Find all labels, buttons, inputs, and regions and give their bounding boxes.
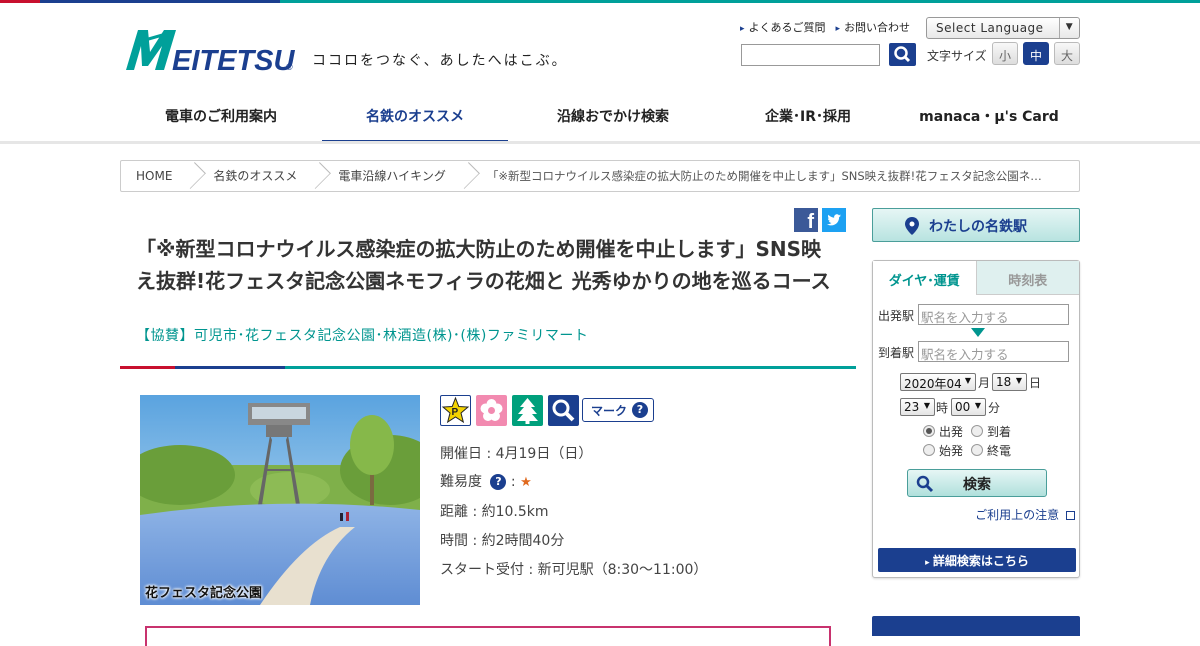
nav-recommend[interactable]: 名鉄のオススメ — [322, 92, 508, 144]
chevron-down-icon: ▼ — [1015, 376, 1022, 385]
tree-icon — [512, 395, 543, 426]
external-window-icon — [1066, 511, 1075, 520]
day-unit: 日 — [1029, 376, 1042, 390]
flower-icon — [476, 395, 507, 426]
search-icon — [894, 46, 911, 63]
month-unit: 月 — [978, 376, 991, 390]
language-select[interactable]: Select Language ▼ — [926, 17, 1080, 39]
meitetsu-logo[interactable]: EITETSU ® — [124, 24, 298, 74]
distance: 距離 : 約10.5km — [440, 504, 549, 520]
minute-unit: 分 — [988, 401, 1001, 415]
chevron-down-icon: ▼ — [964, 376, 971, 385]
twitter-share-icon[interactable] — [822, 208, 846, 232]
faq-link[interactable]: よくあるご質問 — [740, 19, 826, 35]
parking-star-icon: P — [440, 395, 471, 426]
start-reception: スタート受付 : 新可児駅（8:30～11:00） — [440, 562, 708, 578]
global-nav: 電車のご利用案内 名鉄のオススメ 沿線おでかけ検索 企業･IR･採用 manac… — [120, 92, 1080, 144]
usage-notice-link[interactable]: ご利用上の注意 — [975, 506, 1075, 523]
mark-help-button[interactable]: マーク ? — [582, 398, 654, 422]
difficulty-help-icon[interactable]: ? — [490, 474, 507, 490]
top-accent-bar — [0, 0, 1200, 3]
svg-text:®: ® — [286, 62, 293, 72]
sponsor-text: 【協賛】可児市･花フェスタ記念公園･林酒造(株)･(株)ファミリマート — [136, 328, 589, 344]
arrival-station-input[interactable]: 駅名を入力する — [918, 341, 1069, 362]
nav-corporate[interactable]: 企業･IR･採用 — [718, 92, 898, 144]
route-search-button[interactable]: 検索 — [907, 469, 1047, 497]
minute-select[interactable]: 00 ▼ — [951, 398, 986, 416]
title-rule — [120, 366, 856, 369]
mark-help-label: マーク — [591, 404, 628, 418]
facebook-share-icon[interactable]: f — [794, 208, 818, 233]
departure-label: 出発駅 — [878, 309, 915, 323]
nav-divider — [0, 141, 1200, 144]
photo-caption: 花フェスタ記念公園 — [145, 586, 263, 601]
duration: 時間 : 約2時間40分 — [440, 533, 565, 549]
route-search-label: 検索 — [963, 477, 991, 493]
font-size-large-button[interactable]: 大 — [1054, 42, 1080, 65]
my-station-label: わたしの名鉄駅 — [929, 219, 1027, 235]
breadcrumb-hiking[interactable]: 電車沿線ハイキング — [323, 161, 461, 191]
radio-first-train[interactable]: 始発 — [923, 442, 963, 459]
font-size-label: 文字サイズ — [927, 49, 987, 63]
font-size-small-button[interactable]: 小 — [992, 42, 1018, 65]
question-icon: ? — [632, 402, 648, 418]
chevron-down-icon: ▼ — [1059, 18, 1079, 38]
arrival-label: 到着駅 — [878, 346, 915, 360]
nav-manaca[interactable]: manaca・μ's Card — [898, 92, 1080, 144]
park-photo-illustration — [140, 395, 420, 605]
day-select[interactable]: 18 ▼ — [992, 373, 1027, 391]
utility-links: よくあるご質問 お問い合わせ — [740, 19, 911, 35]
language-select-label: Select Language — [936, 21, 1044, 35]
magnifier-icon — [548, 395, 579, 426]
breadcrumb-recommend[interactable]: 名鉄のオススメ — [198, 161, 313, 191]
site-search-input[interactable] — [741, 44, 880, 66]
page-title: 「※新型コロナウイルス感染症の拡大防止のため開催を中止します」SNS映え抜群!花… — [136, 237, 831, 293]
chevron-down-icon: ▼ — [974, 401, 981, 410]
arrow-down-icon — [971, 328, 985, 337]
nav-train-guide[interactable]: 電車のご利用案内 — [120, 92, 322, 144]
difficulty: 難易度 ? : ★ — [440, 474, 532, 490]
nav-outing-search[interactable]: 沿線おでかけ検索 — [508, 92, 718, 144]
breadcrumb-current: 「※新型コロナウイルス感染症の拡大防止のため開催を中止します」SNS映え抜群!花… — [486, 169, 1042, 183]
hour-select[interactable]: 23 ▼ — [900, 398, 935, 416]
svg-text:P: P — [452, 407, 459, 418]
radio-last-train[interactable]: 終電 — [971, 442, 1011, 459]
hour-unit: 時 — [936, 401, 949, 415]
sidebar-banner[interactable] — [872, 616, 1080, 636]
difficulty-label: 難易度 — [440, 474, 482, 490]
notice-box — [145, 626, 831, 646]
route-search-tabs: ダイヤ･運賃 時刻表 — [873, 261, 1079, 295]
chevron-down-icon: ▼ — [923, 401, 930, 410]
tab-fare[interactable]: ダイヤ･運賃 — [873, 261, 977, 295]
tagline: ココロをつなぐ、あしたへはこぶ。 — [312, 53, 568, 69]
difficulty-stars: ★ — [520, 475, 532, 490]
breadcrumb-home[interactable]: HOME — [121, 161, 188, 191]
map-pin-icon — [905, 217, 919, 235]
event-date: 開催日 : 4月19日（日） — [440, 446, 593, 462]
radio-arrive[interactable]: 到着 — [971, 423, 1011, 440]
mark-icons: P — [440, 395, 579, 426]
route-search-panel: ダイヤ･運賃 時刻表 出発駅 駅名を入力する 到着駅 駅名を入力する 2020年… — [872, 260, 1080, 578]
event-photo: 花フェスタ記念公園 — [140, 395, 420, 605]
tab-timetable[interactable]: 時刻表 — [976, 261, 1079, 295]
year-month-select[interactable]: 2020年04 ▼ — [900, 373, 976, 391]
search-icon — [916, 475, 934, 493]
breadcrumb: HOME 名鉄のオススメ 電車沿線ハイキング 「※新型コロナウイルス感染症の拡大… — [120, 160, 1080, 192]
contact-link[interactable]: お問い合わせ — [836, 19, 910, 35]
svg-text:EITETSU: EITETSU — [172, 45, 296, 74]
site-search-button[interactable] — [889, 43, 916, 66]
radio-depart[interactable]: 出発 — [923, 423, 963, 440]
departure-station-input[interactable]: 駅名を入力する — [918, 304, 1069, 325]
detail-search-button[interactable]: 詳細検索はこちら — [878, 548, 1076, 572]
my-station-button[interactable]: わたしの名鉄駅 — [872, 208, 1080, 242]
font-size-medium-button[interactable]: 中 — [1023, 42, 1049, 65]
